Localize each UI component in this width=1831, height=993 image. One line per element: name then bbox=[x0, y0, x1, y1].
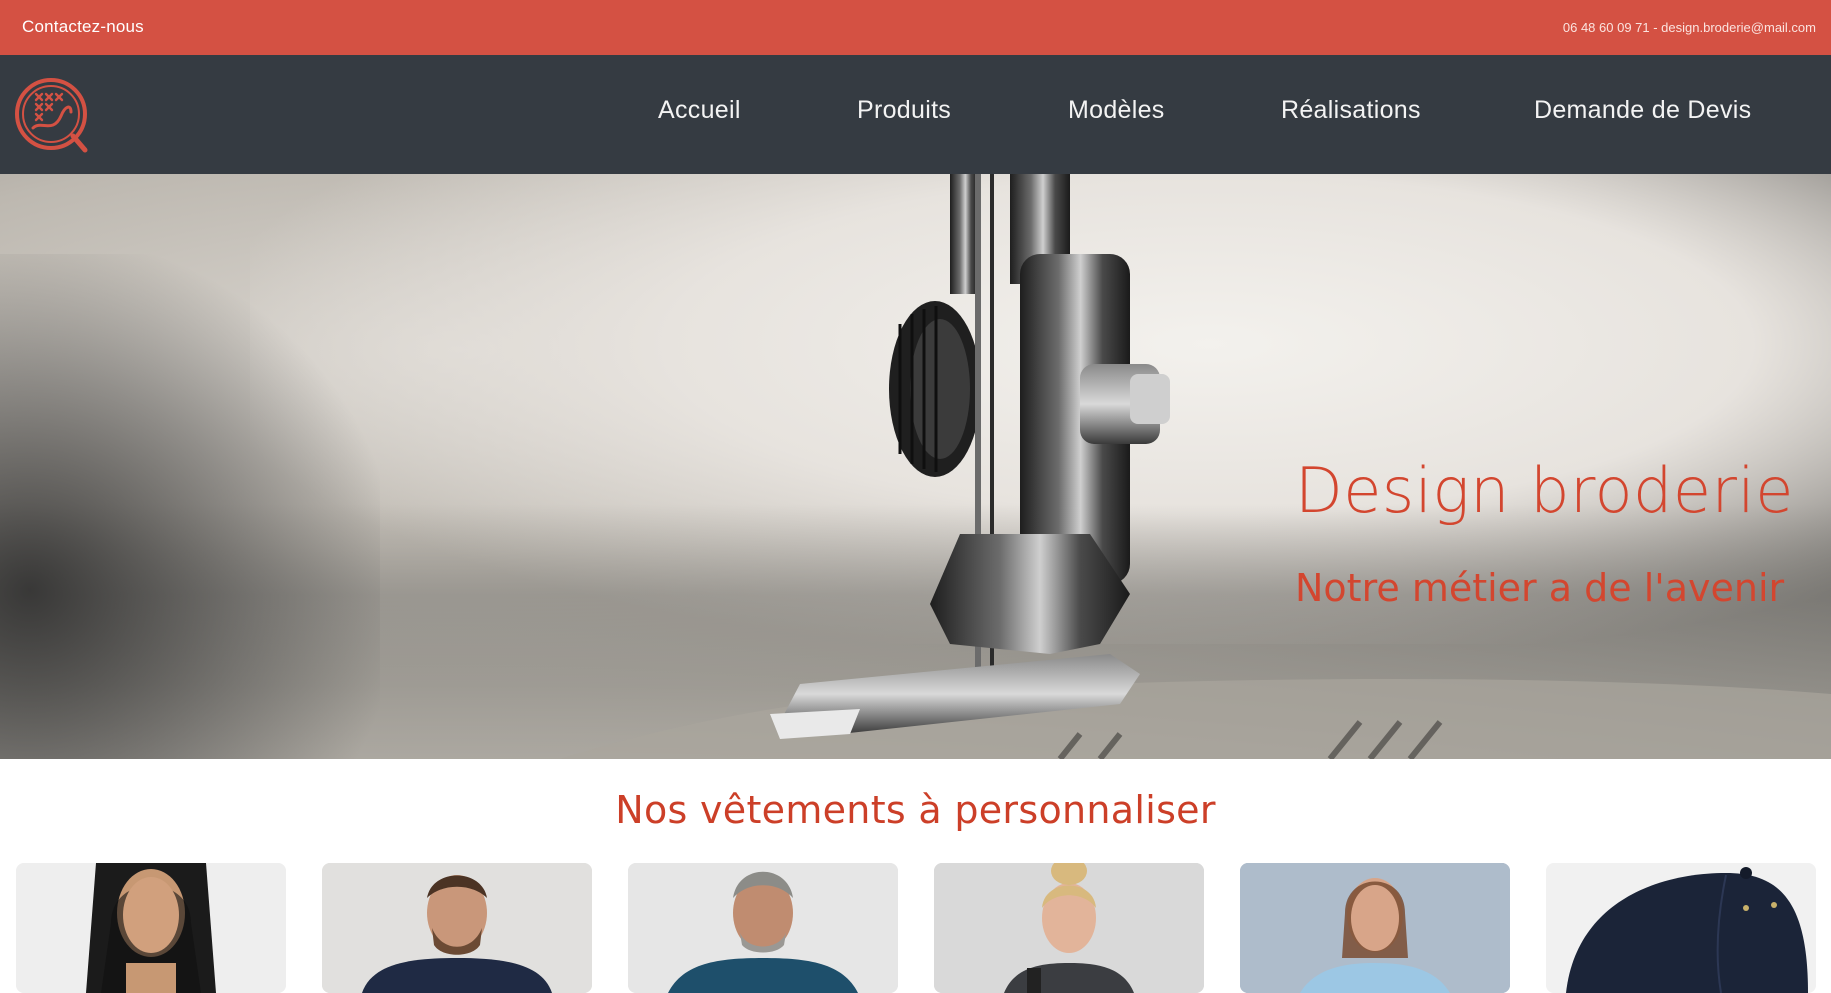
contact-link[interactable]: Contactez-nous bbox=[22, 17, 144, 37]
product-card-woman-black-top[interactable] bbox=[16, 863, 286, 993]
embroidery-logo-icon bbox=[15, 78, 88, 153]
product-card-navy-cap[interactable] bbox=[1546, 863, 1816, 993]
contact-info: 06 48 60 09 71 - design.broderie@mail.co… bbox=[1562, 20, 1816, 35]
hero-subtitle: Notre métier a de l'avenir bbox=[1295, 566, 1785, 610]
product-card-man-teal-shirt[interactable] bbox=[628, 863, 898, 993]
woman-light-blue-shirt-image bbox=[1240, 863, 1510, 993]
man-teal-shirt-image bbox=[628, 863, 898, 993]
product-card-woman-grey-jacket[interactable] bbox=[934, 863, 1204, 993]
nav-realisations[interactable]: Réalisations bbox=[1281, 96, 1421, 125]
nav-accueil[interactable]: Accueil bbox=[658, 96, 741, 125]
product-card-man-navy-sweater[interactable] bbox=[322, 863, 592, 993]
nav-modeles[interactable]: Modèles bbox=[1068, 96, 1165, 125]
top-contact-bar: Contactez-nous 06 48 60 09 71 - design.b… bbox=[0, 0, 1831, 55]
hero-title: Design broderie bbox=[1295, 454, 1794, 527]
hero-banner: Design broderie Notre métier a de l'aven… bbox=[0, 174, 1831, 759]
nav-demande-de-devis[interactable]: Demande de Devis bbox=[1534, 96, 1751, 125]
nav-produits[interactable]: Produits bbox=[857, 96, 951, 125]
logo[interactable] bbox=[13, 76, 93, 156]
woman-black-top-image bbox=[16, 863, 286, 993]
main-navbar: Accueil Produits Modèles Réalisations De… bbox=[0, 55, 1831, 174]
navy-cap-image bbox=[1546, 863, 1816, 993]
man-navy-sweater-image bbox=[322, 863, 592, 993]
woman-grey-jacket-image bbox=[934, 863, 1204, 993]
product-card-woman-light-blue-shirt[interactable] bbox=[1240, 863, 1510, 993]
products-section-title: Nos vêtements à personnaliser bbox=[615, 788, 1216, 832]
